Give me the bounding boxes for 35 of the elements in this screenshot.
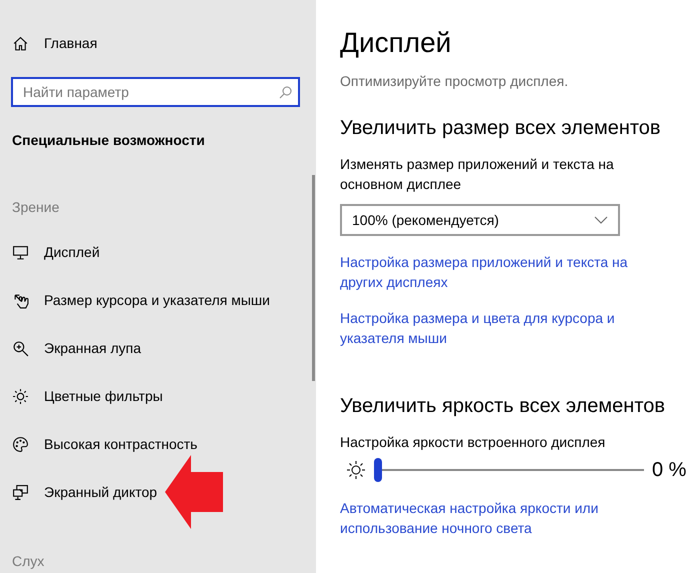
magnifier-icon (12, 340, 29, 356)
brightness-reading: 0 % (652, 458, 686, 482)
setting-label: Изменять размер приложений и текста на основном дисплее (340, 155, 615, 194)
sun-icon (12, 388, 29, 404)
settings-link[interactable]: Настройка размера приложений и текста на других дисплеях (340, 252, 670, 292)
sidebar-item[interactable]: Высокая контрастность (0, 434, 198, 454)
setting-label: Настройка яркости встроенного дисплея (340, 433, 606, 452)
palette-icon (12, 436, 29, 452)
slider-thumb[interactable] (374, 458, 382, 482)
page-subtitle: Оптимизируйте просмотр дисплея. (340, 73, 570, 89)
home-nav-item[interactable]: Главная (0, 33, 98, 53)
sidebar-title: Специальные возможности (12, 132, 206, 148)
search-input[interactable]: Найти параметр (23, 84, 279, 100)
sun-icon (346, 460, 366, 480)
page-title: Дисплей (340, 26, 452, 60)
scale-dropdown[interactable]: 100% (рекомендуется) (340, 204, 620, 236)
section-heading: Слух (12, 553, 46, 569)
cursor-icon (12, 292, 29, 308)
sidebar-item[interactable]: Цветные фильтры (0, 386, 163, 406)
search-box[interactable]: Найти параметр (11, 77, 300, 107)
sidebar-item[interactable]: Экранный диктор (0, 482, 158, 502)
scrollbar[interactable] (312, 175, 315, 381)
home-icon (12, 34, 29, 52)
settings-link[interactable]: Настройка размера и цвета для курсора и указателя мыши (340, 308, 670, 348)
sidebar-item[interactable]: Экранная лупа (0, 338, 142, 358)
settings-link[interactable]: Автоматическая настройка яркости или использование ночного света (340, 498, 670, 538)
section-heading: Зрение (12, 199, 60, 215)
chevron-icon (594, 216, 608, 224)
sidebar-item[interactable]: Размер курсора и указателя мыши (0, 290, 270, 310)
section-heading: Увеличить размер всех элементов (340, 116, 662, 140)
display-icon (12, 244, 29, 260)
section-heading: Увеличить яркость всех элементов (340, 394, 666, 418)
search-icon (279, 86, 292, 98)
narrator-icon (12, 484, 29, 500)
sidebar-item[interactable]: Дисплей (0, 242, 100, 262)
